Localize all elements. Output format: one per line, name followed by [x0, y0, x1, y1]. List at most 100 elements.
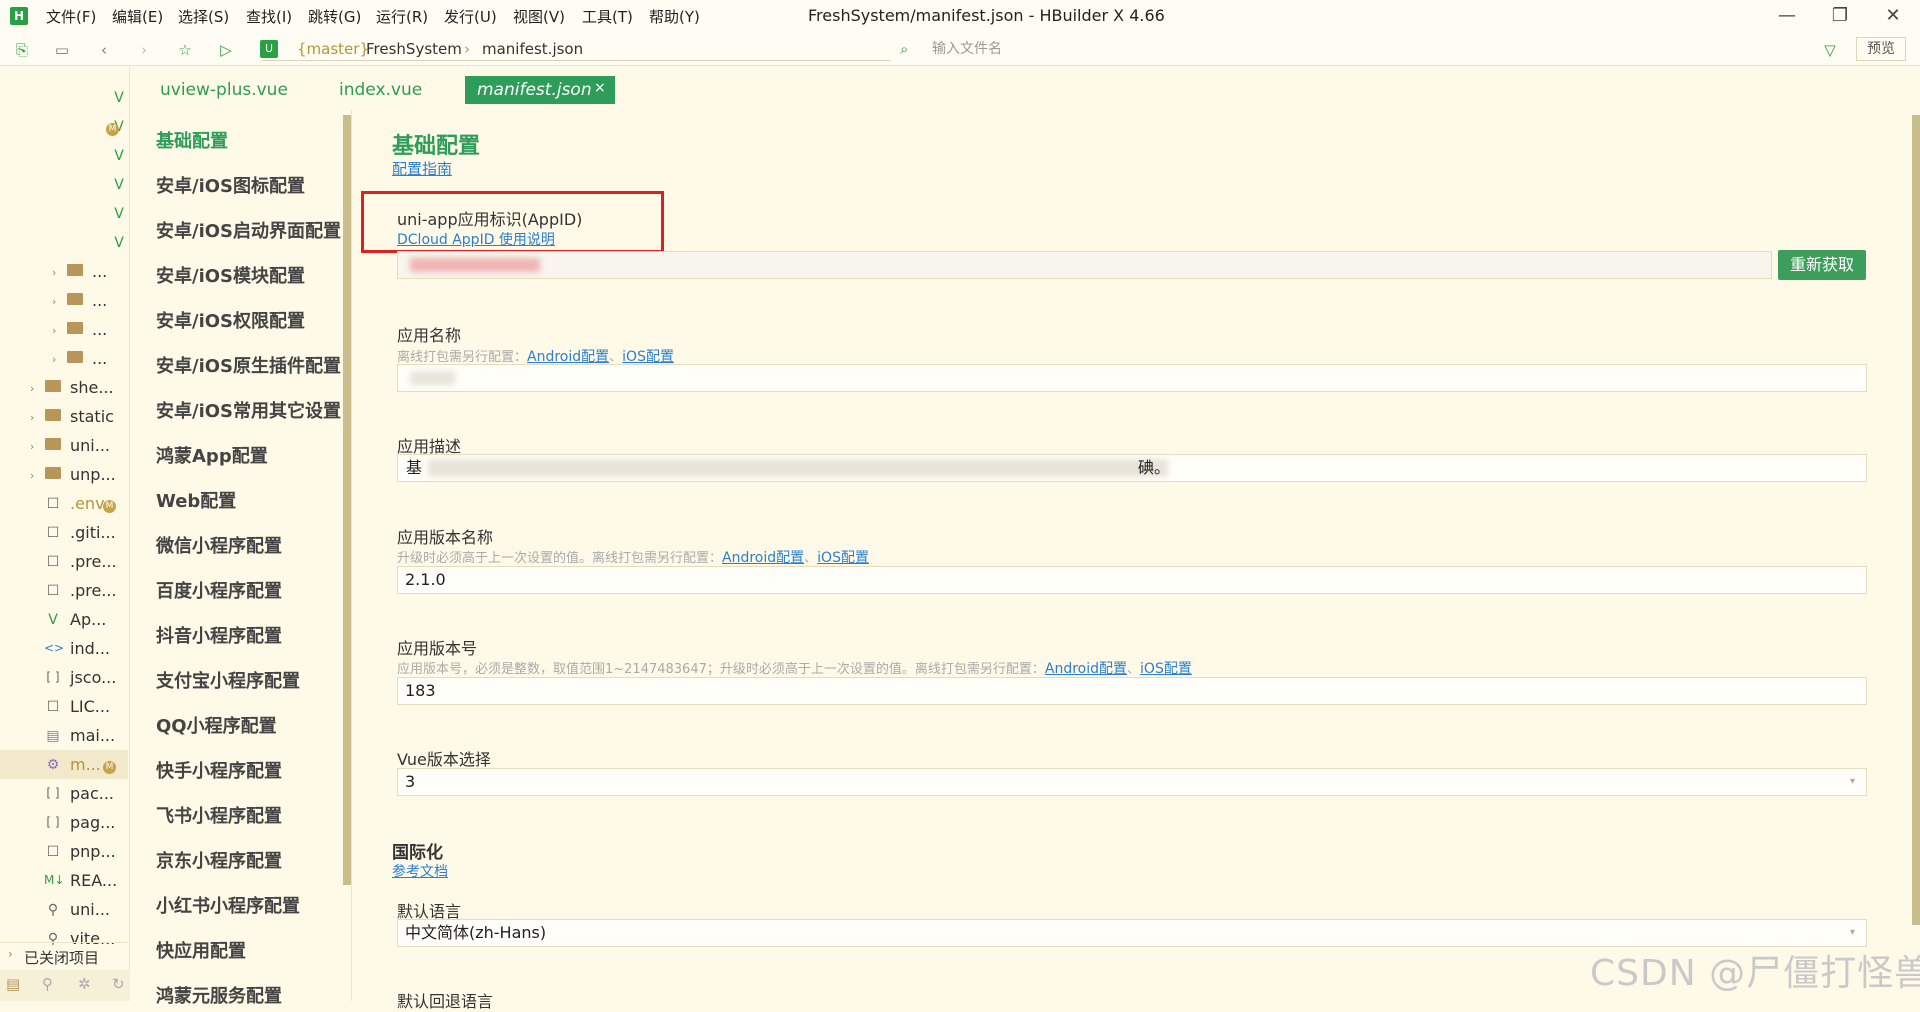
app-desc-field[interactable]: 基 碘。	[397, 454, 1867, 482]
save-icon[interactable]: ▭	[52, 40, 72, 60]
config-nav-item[interactable]: 抖音小程序配置	[156, 622, 282, 648]
chevron-right-icon[interactable]: ›	[30, 440, 34, 453]
tree-item[interactable]: › uni...	[0, 434, 128, 463]
tab-close-icon[interactable]: ×	[594, 80, 606, 96]
app-name-android-link[interactable]: Android配置	[527, 349, 609, 365]
file-search-input[interactable]	[930, 38, 1810, 60]
menu-goto[interactable]: 跳转(G)	[308, 6, 361, 27]
tab-manifest-json[interactable]: manifest.json	[465, 76, 615, 104]
tree-item[interactable]: ☐ .env M	[0, 492, 128, 521]
config-nav-item[interactable]: 安卓/iOS常用其它设置	[156, 397, 341, 423]
tree-item[interactable]: [ ] pag...	[0, 811, 128, 840]
tree-item[interactable]: ›...	[0, 289, 128, 318]
config-nav-item[interactable]: 百度小程序配置	[156, 577, 282, 603]
tree-item[interactable]: ›...	[0, 318, 128, 347]
version-name-ios-link[interactable]: iOS配置	[817, 550, 869, 566]
chevron-right-icon[interactable]: ›	[52, 324, 56, 337]
tree-item[interactable]: V	[0, 144, 128, 173]
new-file-icon[interactable]: ⎘	[12, 40, 32, 60]
tree-item[interactable]: V	[0, 86, 128, 115]
tree-item[interactable]: ⚲ uni...	[0, 898, 128, 927]
tree-item[interactable]: V	[0, 202, 128, 231]
chevron-right-icon[interactable]: ›	[52, 295, 56, 308]
bookmark-star-icon[interactable]: ☆	[175, 40, 195, 60]
tree-item[interactable]: › static	[0, 405, 128, 434]
appid-field[interactable]	[397, 251, 1772, 279]
tree-item[interactable]: ☐ .pre...	[0, 550, 128, 579]
version-code-android-link[interactable]: Android配置	[1045, 661, 1127, 677]
content-scrollbar[interactable]	[1912, 115, 1920, 925]
tree-item[interactable]: V	[0, 173, 128, 202]
menu-help[interactable]: 帮助(Y)	[649, 6, 700, 27]
version-code-ios-link[interactable]: iOS配置	[1140, 661, 1192, 677]
chevron-right-icon[interactable]: ›	[30, 382, 34, 395]
tab-index-vue[interactable]: index.vue	[339, 80, 422, 100]
default-lang-select[interactable]: 中文简体(zh-Hans) ▾	[397, 919, 1867, 947]
config-nav-item[interactable]: 微信小程序配置	[156, 532, 282, 558]
back-icon[interactable]: ‹	[94, 40, 114, 60]
chevron-right-icon[interactable]: ›	[30, 469, 34, 482]
tree-item[interactable]: ▤ mai...	[0, 724, 128, 753]
config-nav-item[interactable]: QQ小程序配置	[156, 712, 277, 738]
tree-item[interactable]: ☐ .pre...	[0, 579, 128, 608]
version-name-android-link[interactable]: Android配置	[722, 550, 804, 566]
config-guide-link[interactable]: 配置指南	[392, 158, 452, 179]
chevron-right-icon[interactable]: ›	[30, 411, 34, 424]
app-name-field[interactable]	[397, 364, 1867, 392]
config-nav-item[interactable]: 京东小程序配置	[156, 847, 282, 873]
tab-uview-plus[interactable]: uview-plus.vue	[160, 80, 288, 100]
tree-item[interactable]: [ ] jsco...	[0, 666, 128, 695]
menu-publish[interactable]: 发行(U)	[444, 6, 497, 27]
preview-button[interactable]: 预览	[1856, 37, 1906, 61]
menu-view[interactable]: 视图(V)	[513, 6, 565, 27]
config-nav-item[interactable]: 安卓/iOS原生插件配置	[156, 352, 341, 378]
config-nav-item[interactable]: 安卓/iOS启动界面配置	[156, 217, 341, 243]
run-icon[interactable]: ▷	[216, 40, 236, 60]
tree-item[interactable]: VM	[0, 115, 128, 144]
bug-icon[interactable]: ✲	[78, 975, 91, 993]
config-nav-item[interactable]: 基础配置	[156, 127, 228, 153]
tree-item[interactable]: M↓ REA...	[0, 869, 128, 898]
project-manager-icon[interactable]: ▤	[6, 975, 20, 993]
menu-edit[interactable]: 编辑(E)	[112, 6, 163, 27]
tree-item[interactable]: ⚙ m... M	[0, 753, 128, 782]
menu-tools[interactable]: 工具(T)	[582, 6, 633, 27]
tree-item[interactable]: ›...	[0, 260, 128, 289]
tree-item[interactable]: ☐ LIC...	[0, 695, 128, 724]
config-nav-item[interactable]: 小红书小程序配置	[156, 892, 300, 918]
menu-file[interactable]: 文件(F)	[46, 6, 96, 27]
closed-projects-row[interactable]: › 已关闭项目	[0, 942, 128, 970]
tree-item[interactable]: [ ] pac...	[0, 782, 128, 811]
config-nav-item[interactable]: 鸿蒙App配置	[156, 442, 268, 468]
breadcrumb-file[interactable]: manifest.json	[482, 40, 583, 58]
config-nav-item[interactable]: 支付宝小程序配置	[156, 667, 300, 693]
vue-version-select[interactable]: 3 ▾	[397, 768, 1867, 796]
version-name-field[interactable]: 2.1.0	[397, 566, 1867, 594]
chevron-right-icon[interactable]: ›	[52, 353, 56, 366]
config-nav-item[interactable]: 飞书小程序配置	[156, 802, 282, 828]
tree-item[interactable]: ›...	[0, 347, 128, 376]
bike-icon[interactable]: ⚲	[42, 975, 53, 993]
config-nav-item[interactable]: 快应用配置	[156, 937, 246, 963]
forward-icon[interactable]: ›	[134, 40, 154, 60]
tree-item[interactable]: › she...	[0, 376, 128, 405]
app-name-ios-link[interactable]: iOS配置	[622, 349, 674, 365]
config-nav-item[interactable]: 安卓/iOS图标配置	[156, 172, 305, 198]
tree-item[interactable]: › unp...	[0, 463, 128, 492]
config-nav-item[interactable]: 鸿蒙元服务配置	[156, 982, 282, 1008]
version-code-field[interactable]: 183	[397, 677, 1867, 705]
i18n-reference-link[interactable]: 参考文档	[392, 861, 448, 881]
nav-scrollbar[interactable]	[343, 115, 351, 885]
config-nav-item[interactable]: 安卓/iOS权限配置	[156, 307, 305, 333]
tree-item[interactable]: <> ind...	[0, 637, 128, 666]
config-nav-item[interactable]: 快手小程序配置	[156, 757, 282, 783]
close-button[interactable]: ✕	[1878, 2, 1908, 30]
refresh-appid-button[interactable]: 重新获取	[1778, 250, 1866, 280]
chevron-right-icon[interactable]: ›	[52, 266, 56, 279]
filter-icon[interactable]: ▽	[1820, 40, 1840, 60]
refresh-icon[interactable]: ↻	[112, 975, 125, 993]
config-nav-item[interactable]: Web配置	[156, 487, 236, 513]
menu-run[interactable]: 运行(R)	[376, 6, 428, 27]
tree-item[interactable]: V	[0, 231, 128, 260]
menu-select[interactable]: 选择(S)	[178, 6, 229, 27]
